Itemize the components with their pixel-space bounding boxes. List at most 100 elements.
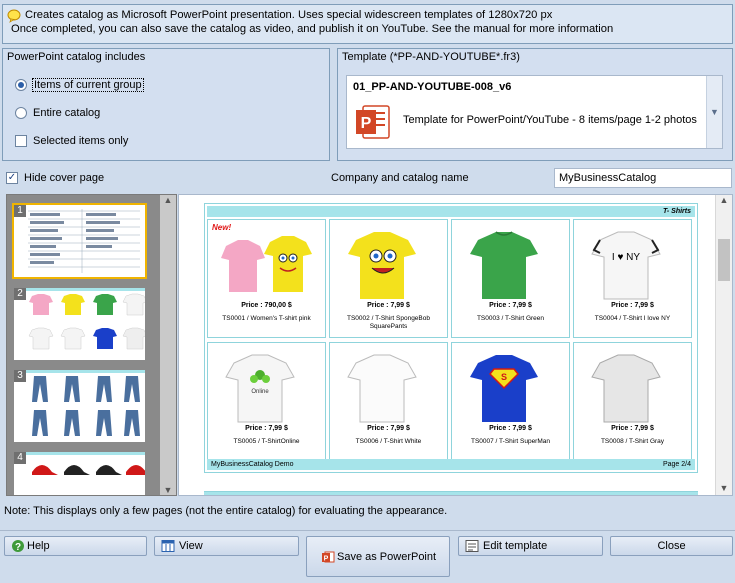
- radio-entire-catalog[interactable]: Entire catalog: [15, 107, 100, 119]
- view-button[interactable]: View: [154, 536, 299, 556]
- preview-scrollbar[interactable]: ▲ ▼: [715, 195, 732, 495]
- checkbox-selected-items-only[interactable]: Selected items only: [15, 135, 128, 147]
- tshirt-pink-yellow-image: [221, 236, 312, 292]
- footer-page-number: Page 2/4: [662, 461, 691, 468]
- product-code: TS0007 / T-Shirt SuperMan: [470, 438, 550, 445]
- chevron-up-icon: ▲: [163, 195, 173, 205]
- tshirt-gray-image: [591, 354, 661, 423]
- edit-template-icon: [465, 540, 479, 552]
- speech-bubble-icon: [7, 9, 21, 23]
- info-banner: Creates catalog as Microsoft PowerPoint …: [2, 4, 733, 44]
- template-title: Template (*PP-AND-YOUTUBE*.fr3): [342, 51, 520, 63]
- thumbnail-number: 1: [14, 205, 26, 217]
- next-page-edge: [204, 491, 698, 495]
- product-code: TS0005 / T-ShirtOnline: [233, 438, 300, 445]
- company-label: Company and catalog name: [331, 172, 469, 184]
- thumbnail-caps-preview: [14, 452, 152, 475]
- catalog-page: T- Shirts New! Price : 790,00 $ TS0001 /…: [204, 203, 698, 473]
- product-price: Price : 790,00 $: [241, 302, 292, 309]
- catalog-includes-title: PowerPoint catalog includes: [7, 51, 146, 63]
- radio-items-current-group[interactable]: Items of current group: [15, 78, 144, 92]
- view-label: View: [179, 540, 203, 552]
- thumbnail-page[interactable]: 4: [14, 452, 152, 495]
- info-line-2: Once completed, you can also save the ca…: [11, 23, 614, 35]
- tshirt-online-image: Online: [225, 354, 295, 423]
- product-card: Price : 7,99 $ TS0003 / T-Shirt Green: [451, 219, 570, 338]
- product-price: Price : 7,99 $: [367, 302, 410, 309]
- radio-label: Entire catalog: [33, 107, 101, 119]
- save-as-powerpoint-button[interactable]: P Save as PowerPoint: [306, 536, 450, 577]
- svg-text:?: ?: [15, 542, 21, 553]
- radio-label: Items of current group: [32, 78, 144, 92]
- tshirt-i-love-ny-image: I ♥ NY: [591, 231, 661, 300]
- template-group: Template (*PP-AND-YOUTUBE*.fr3) 01_PP-AN…: [337, 48, 733, 161]
- checkbox-label: Selected items only: [33, 135, 129, 147]
- hide-cover-checkbox[interactable]: ✓ Hide cover page: [6, 172, 104, 184]
- product-code: TS0004 / T-Shirt I love NY: [594, 315, 671, 322]
- thumbnail-number: 3: [14, 370, 26, 382]
- product-price: Price : 7,99 $: [611, 425, 654, 432]
- template-selector[interactable]: 01_PP-AND-YOUTUBE-008_v6 P Template for …: [346, 75, 723, 149]
- product-price: Price : 7,99 $: [489, 425, 532, 432]
- thumbnail-number: 4: [14, 452, 26, 464]
- close-button[interactable]: Close: [610, 536, 733, 556]
- chevron-down-icon: ▼: [163, 485, 173, 495]
- help-button[interactable]: ? Help: [4, 536, 147, 556]
- powerpoint-icon: P: [322, 551, 335, 562]
- product-card: Price : 7,99 $ TS0002 / T-Shirt SpongeBo…: [329, 219, 448, 338]
- page-thumbnails[interactable]: 1 2 3 4 ▲ ▼: [6, 194, 177, 496]
- product-card: Online Price : 7,99 $ TS0005 / T-ShirtOn…: [207, 342, 326, 461]
- tshirt-superman-image: S: [470, 355, 538, 422]
- product-card: S Price : 7,99 $ TS0007 / T-Shirt SuperM…: [451, 342, 570, 461]
- svg-text:P: P: [361, 115, 372, 132]
- tshirt-green-image: [470, 231, 538, 299]
- ny-print: I ♥ NY: [612, 252, 640, 263]
- edit-template-label: Edit template: [483, 540, 548, 552]
- tshirt-spongebob-image: [348, 232, 416, 299]
- page-footer: MyBusinessCatalog Demo Page 2/4: [207, 459, 695, 470]
- template-description: Template for PowerPoint/YouTube - 8 item…: [403, 114, 697, 126]
- svg-text:S: S: [501, 372, 507, 382]
- svg-text:P: P: [324, 555, 329, 562]
- product-code: TS0003 / T-Shirt Green: [476, 315, 545, 322]
- online-print: Online: [251, 389, 269, 395]
- template-scroll-down[interactable]: ▼: [706, 76, 722, 148]
- product-code: TS0008 / T-Shirt Gray: [600, 438, 665, 445]
- chevron-down-icon: ▼: [719, 483, 729, 493]
- close-label: Close: [657, 540, 686, 552]
- thumbnail-tshirts-preview: [14, 288, 148, 350]
- thumbnail-page[interactable]: 2: [14, 288, 148, 360]
- template-name: 01_PP-AND-YOUTUBE-008_v6: [353, 81, 512, 93]
- product-code: TS0006 / T-Shirt White: [355, 438, 422, 445]
- view-window-icon: [161, 540, 175, 552]
- thumbnail-number: 2: [14, 288, 26, 300]
- thumbnail-page[interactable]: 3: [14, 370, 145, 442]
- page-header: T- Shirts: [207, 206, 695, 217]
- save-label: Save as PowerPoint: [337, 550, 437, 563]
- powerpoint-icon: P: [356, 105, 390, 139]
- edit-template-button[interactable]: Edit template: [458, 536, 603, 556]
- page-preview[interactable]: T- Shirts New! Price : 790,00 $ TS0001 /…: [178, 194, 733, 496]
- tshirt-white-image: [347, 354, 417, 423]
- hide-cover-label: Hide cover page: [24, 172, 105, 184]
- radio-button-icon: [15, 107, 27, 119]
- thumbnail-page[interactable]: 1: [12, 203, 147, 279]
- product-card: I ♥ NY Price : 7,99 $ TS0004 / T-Shirt I…: [573, 219, 692, 338]
- product-price: Price : 7,99 $: [367, 425, 410, 432]
- company-name-input[interactable]: [554, 168, 732, 188]
- scrollbar-thumb[interactable]: [718, 239, 730, 281]
- product-price: Price : 7,99 $: [245, 425, 288, 432]
- help-icon: ?: [12, 540, 24, 553]
- help-label: Help: [27, 540, 50, 552]
- info-line-1: Creates catalog as Microsoft PowerPoint …: [25, 9, 553, 21]
- radio-button-icon: [15, 79, 27, 91]
- chevron-down-icon: ▼: [710, 107, 719, 117]
- catalog-includes-group: PowerPoint catalog includes Items of cur…: [2, 48, 330, 161]
- product-code: TS0002 / T-Shirt SpongeBob SquarePants: [347, 315, 430, 330]
- product-price: Price : 7,99 $: [611, 302, 654, 309]
- checkmark-icon: ✓: [6, 172, 18, 184]
- product-card: Price : 7,99 $ TS0008 / T-Shirt Gray: [573, 342, 692, 461]
- thumbnails-scrollbar[interactable]: ▲ ▼: [160, 195, 176, 495]
- thumbnail-table-preview: [28, 209, 140, 273]
- chevron-up-icon: ▲: [719, 195, 729, 205]
